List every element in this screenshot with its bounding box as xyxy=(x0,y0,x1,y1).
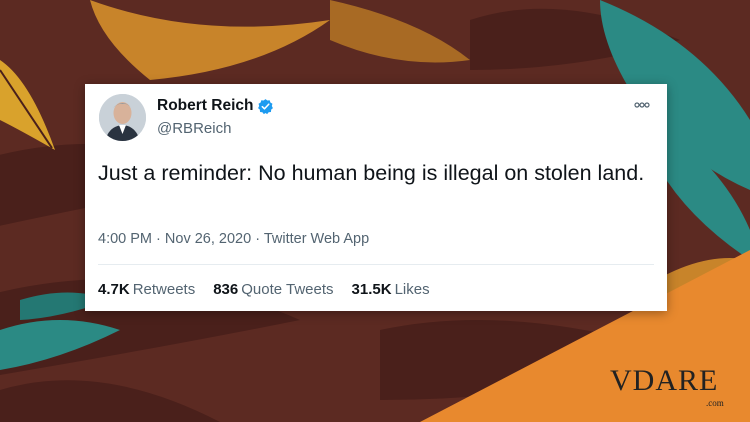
avatar[interactable] xyxy=(99,94,146,141)
avatar-image xyxy=(99,94,146,141)
author-row: Robert Reich xyxy=(157,97,274,115)
handle[interactable]: @RBReich xyxy=(157,120,231,137)
tweet-text: Just a reminder: No human being is illeg… xyxy=(98,161,645,185)
likes-count: 31.5K xyxy=(351,281,392,298)
tweet-meta: 4:00 PM · Nov 26, 2020 · Twitter Web App xyxy=(98,231,369,247)
meta-separator: · xyxy=(156,231,161,247)
quote-tweets-label: Quote Tweets xyxy=(241,281,334,298)
retweets-label: Retweets xyxy=(132,281,196,298)
verified-badge-icon xyxy=(257,98,274,115)
more-options-icon[interactable] xyxy=(631,94,653,116)
retweets-stat[interactable]: 4.7K Retweets xyxy=(98,281,195,298)
vdare-logo: VDARE xyxy=(610,364,719,397)
tweet-source[interactable]: Twitter Web App xyxy=(264,231,369,247)
vdare-logo-suffix: .com xyxy=(706,398,724,408)
quote-tweets-stat[interactable]: 836 Quote Tweets xyxy=(213,281,333,298)
tweet-stats: 4.7K Retweets 836 Quote Tweets 31.5K Likes xyxy=(98,281,430,298)
quote-tweets-count: 836 xyxy=(213,281,239,298)
display-name[interactable]: Robert Reich xyxy=(157,97,253,115)
retweets-count: 4.7K xyxy=(98,281,130,298)
meta-separator: · xyxy=(255,231,261,247)
tweet-card: Robert Reich @RBReich Just a reminder: N… xyxy=(85,84,667,311)
likes-stat[interactable]: 31.5K Likes xyxy=(352,281,430,298)
divider xyxy=(98,264,654,265)
tweet-date[interactable]: Nov 26, 2020 xyxy=(165,231,251,247)
likes-label: Likes xyxy=(394,281,430,298)
tweet-time[interactable]: 4:00 PM xyxy=(98,231,152,247)
